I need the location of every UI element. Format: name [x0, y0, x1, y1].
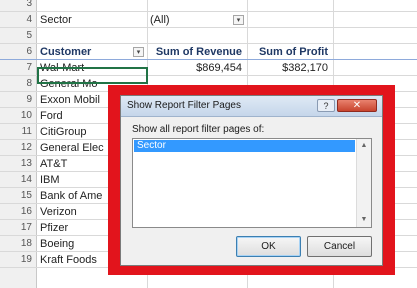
row-number[interactable]: 13	[0, 156, 36, 172]
cell-a3[interactable]	[38, 0, 146, 12]
listbox-scrollbar[interactable]: ▲ ▼	[356, 139, 371, 227]
cancel-button[interactable]: Cancel	[307, 236, 372, 257]
row-number[interactable]: 18	[0, 236, 36, 252]
row-number[interactable]: 19	[0, 252, 36, 268]
cell-b7[interactable]: $869,454	[148, 60, 246, 76]
dialog-prompt: Show all report filter pages of:	[132, 124, 265, 135]
row-number[interactable]: 17	[0, 220, 36, 236]
dialog-titlebar[interactable]: Show Report Filter Pages ? ✕	[121, 96, 382, 117]
row-number[interactable]: 16	[0, 204, 36, 220]
row-number[interactable]: 7	[0, 60, 36, 76]
active-cell-border	[37, 67, 148, 84]
cell-c4[interactable]	[248, 12, 332, 28]
cell-c6[interactable]: Sum of Profit	[248, 44, 332, 60]
filter-field-listbox[interactable]: Sector ▲ ▼	[132, 138, 372, 228]
scroll-up-icon[interactable]: ▲	[357, 139, 371, 153]
cell-a6[interactable]: Customer	[38, 44, 146, 60]
dialog-title: Show Report Filter Pages	[127, 100, 241, 111]
sheet-row: 5	[0, 28, 417, 44]
show-report-filter-pages-dialog: Show Report Filter Pages ? ✕ Show all re…	[120, 95, 383, 266]
row-number[interactable]: 11	[0, 124, 36, 140]
row-number[interactable]: 12	[0, 140, 36, 156]
ok-button[interactable]: OK	[236, 236, 301, 257]
list-item-sector[interactable]: Sector	[134, 140, 355, 152]
row-number[interactable]: 4	[0, 12, 36, 28]
cell-c5[interactable]	[248, 28, 332, 44]
scroll-down-icon[interactable]: ▼	[357, 213, 371, 227]
row-number[interactable]: 15	[0, 188, 36, 204]
sheet-row: 4 Sector (All)	[0, 12, 417, 28]
row-number[interactable]: 3	[0, 0, 36, 12]
sheet-row: 3	[0, 0, 417, 12]
row-number[interactable]: 8	[0, 76, 36, 92]
close-button[interactable]: ✕	[337, 99, 377, 112]
row-number[interactable]: 5	[0, 28, 36, 44]
sheet-row: 6 Customer Sum of Revenue Sum of Profit ▾	[0, 44, 417, 60]
help-button[interactable]: ?	[317, 99, 335, 112]
cell-b5[interactable]	[148, 28, 246, 44]
row-number[interactable]: 6	[0, 44, 36, 60]
row-number[interactable]: 14	[0, 172, 36, 188]
column-filter-icon[interactable]: ▾	[133, 47, 144, 57]
cell-b3[interactable]	[148, 0, 246, 12]
cell-b6[interactable]: Sum of Revenue	[148, 44, 246, 60]
cell-b4[interactable]: (All)	[148, 12, 246, 28]
cell-a4[interactable]: Sector	[38, 12, 146, 28]
row-number[interactable]: 10	[0, 108, 36, 124]
cell-c7[interactable]: $382,170	[248, 60, 332, 76]
row-number[interactable]: 9	[0, 92, 36, 108]
cell-a5[interactable]	[38, 28, 146, 44]
cell-c3[interactable]	[248, 0, 332, 12]
filter-dropdown-icon[interactable]: ▾	[233, 15, 244, 25]
